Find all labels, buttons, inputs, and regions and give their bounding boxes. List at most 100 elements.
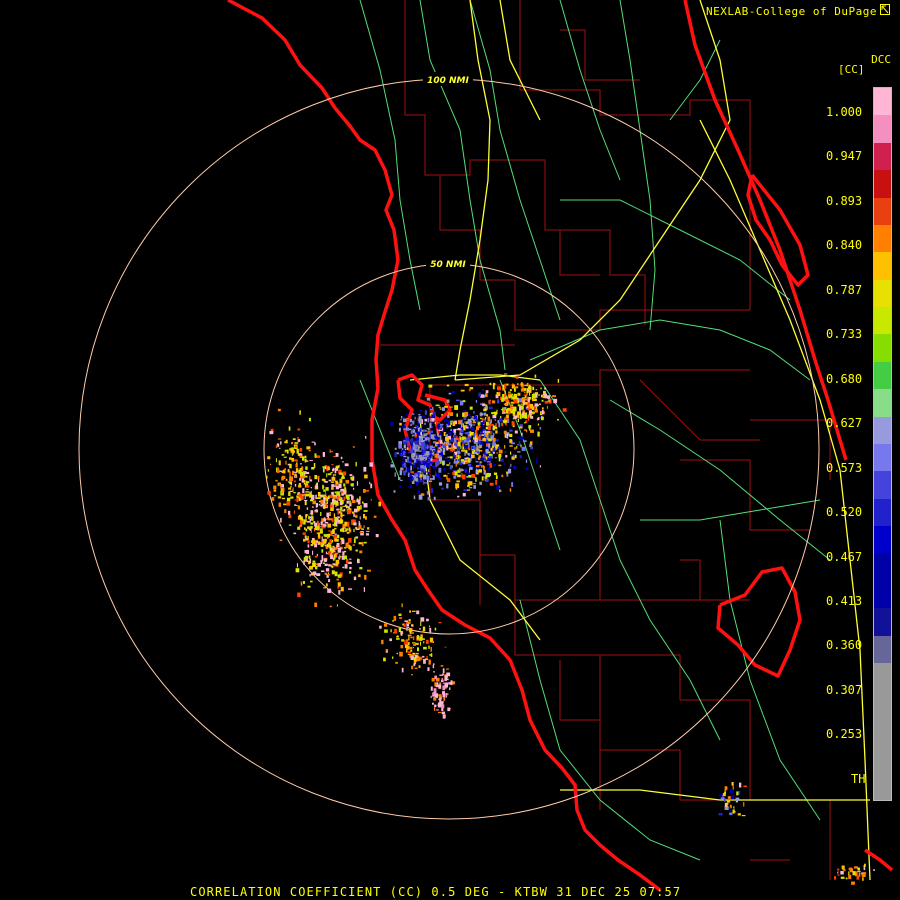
echo-pixel: [365, 436, 367, 439]
echo-pixel: [273, 494, 277, 497]
echo-pixel: [355, 536, 359, 538]
echo-pixel: [485, 449, 489, 454]
echo-pixel: [415, 481, 419, 487]
echo-pixel: [861, 873, 866, 877]
echo-pixel: [863, 866, 866, 871]
echo-pixel: [473, 433, 475, 438]
echo-pixel: [485, 393, 488, 397]
echo-pixel: [428, 469, 430, 472]
echo-pixel: [431, 677, 435, 682]
echo-pixel: [429, 625, 431, 628]
echo-pixel: [476, 445, 479, 451]
echo-pixel: [323, 506, 326, 509]
echo-pixel: [359, 567, 363, 570]
echo-pixel: [310, 490, 312, 495]
echo-pixel: [366, 530, 370, 532]
echo-pixel: [300, 516, 303, 521]
echo-pixel: [354, 514, 357, 517]
echo-pixel: [453, 461, 458, 464]
echo-pixel: [425, 456, 427, 461]
echo-pixel: [408, 451, 411, 454]
echo-pixel: [506, 402, 509, 406]
echo-pixel: [266, 475, 268, 479]
color-scale-tick-label: 1.000: [826, 105, 863, 119]
echo-pixel: [492, 448, 496, 452]
echo-pixel: [333, 534, 337, 538]
echo-pixel: [442, 461, 445, 466]
echo-pixel: [463, 489, 467, 491]
echo-pixel: [439, 698, 442, 703]
echo-pixel: [353, 538, 356, 544]
echo-pixel: [304, 550, 307, 554]
echo-pixel: [726, 803, 728, 807]
echo-pixel: [410, 423, 412, 426]
echo-pixel: [494, 457, 498, 459]
echo-pixel: [444, 646, 447, 648]
echo-pixel: [338, 511, 341, 514]
echo-pixel: [355, 549, 358, 552]
color-scale-bar: [873, 87, 892, 801]
echo-pixel: [394, 452, 397, 457]
echo-pixel: [341, 476, 345, 479]
echo-pixel: [353, 522, 357, 526]
echo-pixel: [507, 468, 512, 474]
echo-pixel: [433, 707, 436, 711]
echo-pixel: [498, 449, 503, 454]
echo-pixel: [316, 520, 319, 526]
color-scale-tick-label: 0.573: [826, 460, 863, 475]
echo-pixel: [430, 646, 432, 652]
echo-pixel: [464, 457, 468, 460]
echo-pixel: [541, 399, 544, 402]
echo-pixel: [410, 465, 412, 471]
echo-pixel: [365, 489, 370, 492]
echo-pixel: [363, 489, 366, 493]
echo-pixel: [537, 431, 540, 437]
echo-pixel: [442, 682, 446, 684]
echo-pixel: [417, 445, 420, 450]
echo-pixel: [539, 465, 541, 468]
echo-pixel: [349, 502, 352, 507]
echo-pixel: [320, 521, 323, 526]
echo-pixel: [417, 647, 419, 652]
echo-pixel: [312, 571, 317, 576]
echo-pixel: [840, 876, 845, 879]
echo-pixel: [399, 452, 401, 456]
echo-pixel: [438, 429, 442, 431]
echo-pixel: [421, 638, 425, 640]
echo-pixel: [340, 506, 343, 511]
echo-pixel: [453, 475, 457, 479]
echo-pixel: [343, 530, 347, 532]
echo-pixel: [325, 487, 329, 491]
echo-pixel: [398, 444, 402, 449]
echo-pixel: [432, 450, 437, 452]
echo-pixel: [343, 483, 345, 487]
echo-pixel: [309, 460, 313, 462]
echo-pixel: [413, 495, 416, 500]
echo-pixel: [455, 459, 458, 462]
echo-pixel: [399, 651, 403, 657]
echo-pixel: [417, 428, 420, 432]
echo-pixel: [460, 432, 463, 436]
echo-pixel: [426, 656, 428, 660]
echo-pixel: [279, 470, 282, 473]
echo-pixel: [529, 443, 532, 447]
echo-pixel: [331, 570, 335, 575]
echo-pixel: [310, 510, 314, 515]
echo-pixel: [464, 439, 467, 443]
echo-pixel: [441, 407, 445, 411]
color-scale-cell: [874, 662, 891, 691]
echo-pixel: [483, 465, 485, 471]
echo-pixel: [469, 467, 473, 470]
echo-pixel: [296, 495, 298, 498]
echo-pixel: [736, 784, 739, 786]
echo-pixel: [321, 555, 324, 560]
echo-pixel: [520, 444, 522, 448]
echo-pixel: [417, 635, 419, 640]
echo-pixel: [489, 442, 492, 445]
echo-pixel: [328, 518, 332, 521]
echo-pixel: [437, 422, 441, 424]
echo-pixel: [353, 513, 355, 518]
echo-pixel: [267, 491, 271, 495]
echo-pixel: [457, 428, 461, 431]
echo-pixel: [735, 797, 740, 801]
